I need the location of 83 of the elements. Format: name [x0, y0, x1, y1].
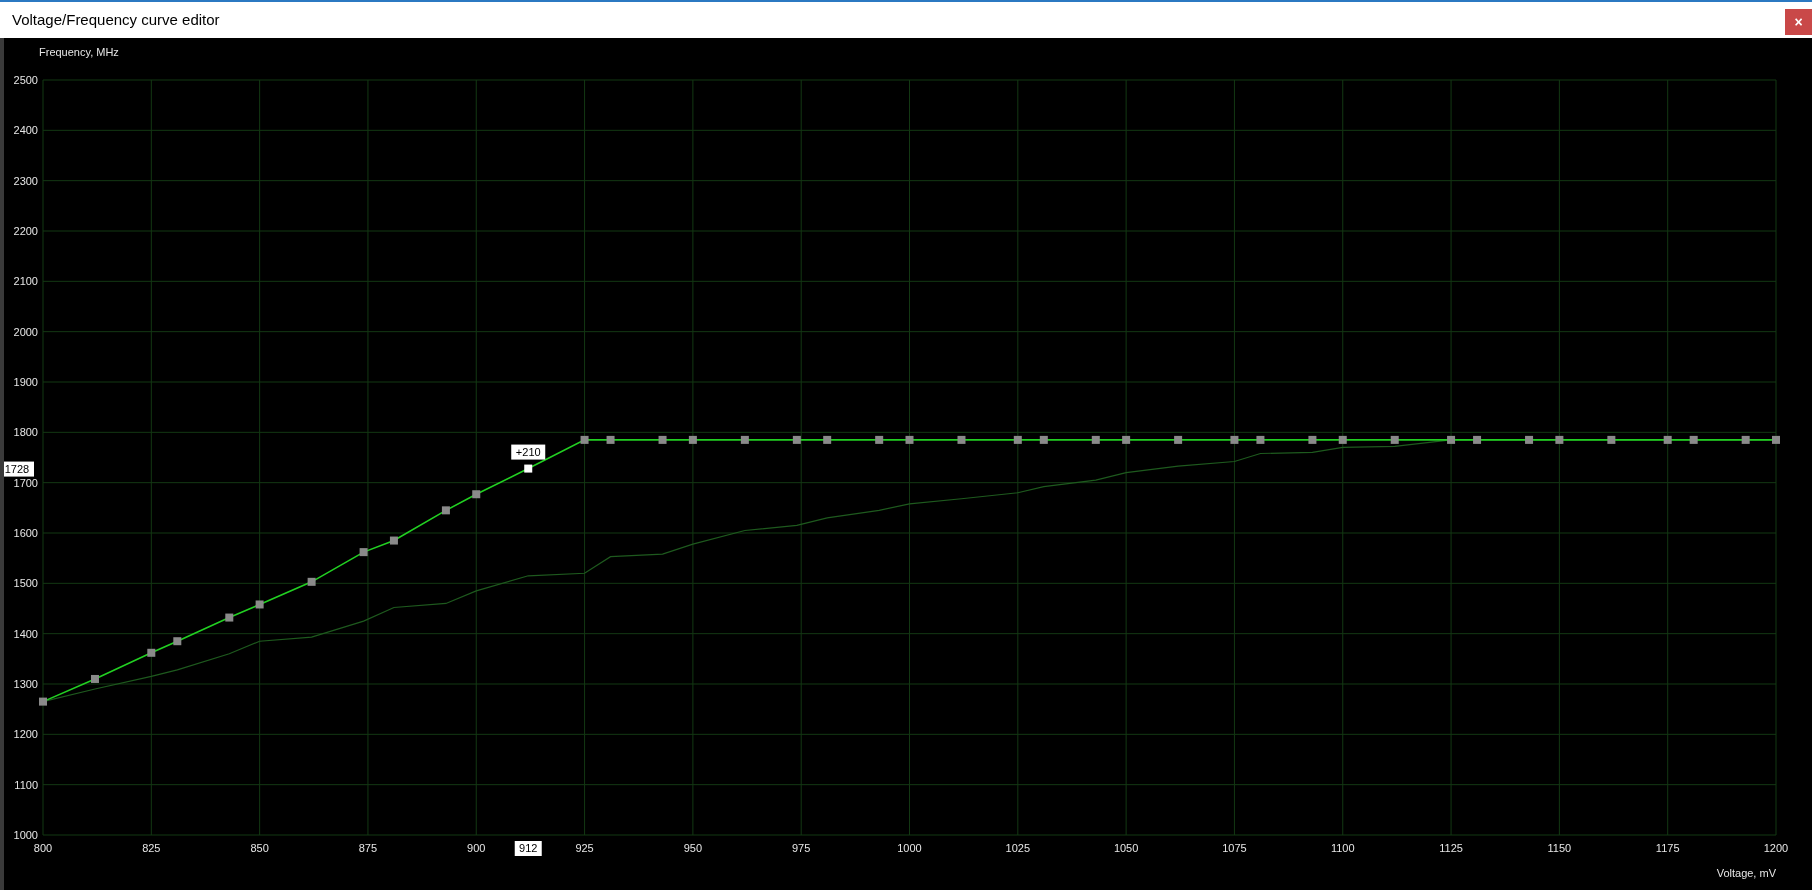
curve-point[interactable]: [740, 435, 749, 444]
y-tick-label: 1200: [13, 728, 38, 741]
curve-point[interactable]: [225, 613, 234, 622]
curve-point[interactable]: [147, 648, 156, 657]
x-tick-label: 950: [683, 842, 703, 854]
x-tick-label: 925: [575, 842, 594, 854]
y-tick-label: 2000: [13, 325, 38, 338]
curve-point[interactable]: [1390, 435, 1399, 444]
x-tick-label: 800: [33, 842, 53, 854]
x-tick-label: 1150: [1547, 842, 1572, 854]
curve-point[interactable]: [307, 577, 316, 586]
curve-point[interactable]: [957, 435, 966, 444]
curve-point[interactable]: [1772, 435, 1780, 444]
curve-point[interactable]: [441, 506, 450, 515]
curve-point[interactable]: [658, 435, 667, 444]
curve-point[interactable]: [1308, 435, 1317, 444]
curve-point[interactable]: [905, 435, 914, 444]
curve-point[interactable]: [1607, 435, 1616, 444]
y-tick-label: 2300: [13, 174, 38, 187]
x-tick-label: 975: [792, 842, 811, 854]
y-tick-label: 2500: [13, 74, 38, 86]
y-tick-label: 1100: [14, 778, 38, 791]
y-tick-label: 1900: [13, 376, 38, 388]
selected-curve-point[interactable]: [524, 464, 533, 473]
x-tick-label: 1025: [1005, 842, 1031, 854]
curve-point[interactable]: [1473, 435, 1482, 444]
curve-point[interactable]: [875, 435, 884, 444]
curve-point[interactable]: [1122, 435, 1131, 444]
curve-point[interactable]: [1338, 435, 1347, 444]
curve-point[interactable]: [1741, 435, 1750, 444]
x-axis-title: Voltage, mV: [1716, 867, 1776, 879]
curve-point[interactable]: [1256, 435, 1265, 444]
x-tick-label: 825: [142, 842, 161, 854]
x-tick-label: 1200: [1763, 842, 1789, 854]
curve-point[interactable]: [606, 435, 615, 444]
curve-point[interactable]: [91, 674, 99, 683]
curve-point[interactable]: [1555, 435, 1564, 444]
curve-point[interactable]: [1091, 435, 1100, 444]
y-tick-label: 1400: [13, 627, 38, 640]
x-tick-label: 1075: [1222, 842, 1247, 854]
curve-point[interactable]: [359, 548, 368, 557]
curve-point[interactable]: [1663, 435, 1672, 444]
y-tick-label: 1500: [13, 577, 38, 590]
x-tick-label: 850: [250, 842, 269, 854]
x-tick-label: 875: [358, 842, 378, 854]
curve-point[interactable]: [1525, 435, 1534, 444]
y-tick-label: 2100: [13, 275, 38, 288]
curve-point[interactable]: [823, 435, 832, 444]
curve-point[interactable]: [1174, 435, 1183, 444]
y-value-readout: 1728: [4, 461, 34, 477]
y-tick-label: 1300: [13, 678, 38, 690]
x-tick-label: 1100: [1330, 842, 1355, 854]
curve-point[interactable]: [39, 697, 47, 706]
y-axis-title: Frequency, MHz: [39, 46, 119, 58]
curve-point[interactable]: [1447, 435, 1456, 444]
close-button[interactable]: ×: [1785, 9, 1812, 35]
curve-point[interactable]: [472, 490, 481, 499]
curve-point[interactable]: [173, 637, 182, 646]
annotation: +210: [515, 445, 541, 458]
y-tick-label: 1700: [13, 476, 38, 489]
y-tick-label: 1600: [13, 527, 38, 539]
x-tick-label: 1050: [1113, 842, 1139, 854]
curve-point[interactable]: [1013, 435, 1022, 444]
offset-label: +210: [511, 444, 546, 460]
curve-point[interactable]: [688, 435, 697, 444]
x-tick-label: 900: [467, 842, 486, 854]
curve-point[interactable]: [792, 435, 801, 444]
curve-point[interactable]: [580, 435, 589, 444]
x-tick-label: 1175: [1655, 842, 1680, 854]
curve-point[interactable]: [1230, 435, 1239, 444]
x-value-readout: 912: [514, 841, 542, 856]
curve-point[interactable]: [389, 536, 398, 545]
y-tick-label: 2400: [13, 124, 38, 137]
x-tick-label: 1125: [1439, 842, 1463, 854]
vf-curve-chart[interactable]: 1000 1100 1200 1300 1400 1500 1600 1700 1800 1900 2000 2100 2200 2300 2400 2500 800 825 850 875 900 925 950 975 1000 1025 1050 1075 1100 1125 1150 1175 1200 Frequency, MHz Voltage, mV +210 1728 912: [4, 38, 1812, 890]
curve-point[interactable]: [255, 600, 264, 609]
y-tick-label: 1800: [13, 426, 38, 439]
window-title: Voltage/Frequency curve editor: [12, 9, 220, 30]
y-tick-label: 2200: [13, 225, 38, 237]
curve-point[interactable]: [1039, 435, 1048, 444]
y-tick-label: 1000: [13, 829, 38, 841]
x-tick-label: 1000: [897, 842, 922, 854]
curve-point[interactable]: [1689, 435, 1698, 444]
